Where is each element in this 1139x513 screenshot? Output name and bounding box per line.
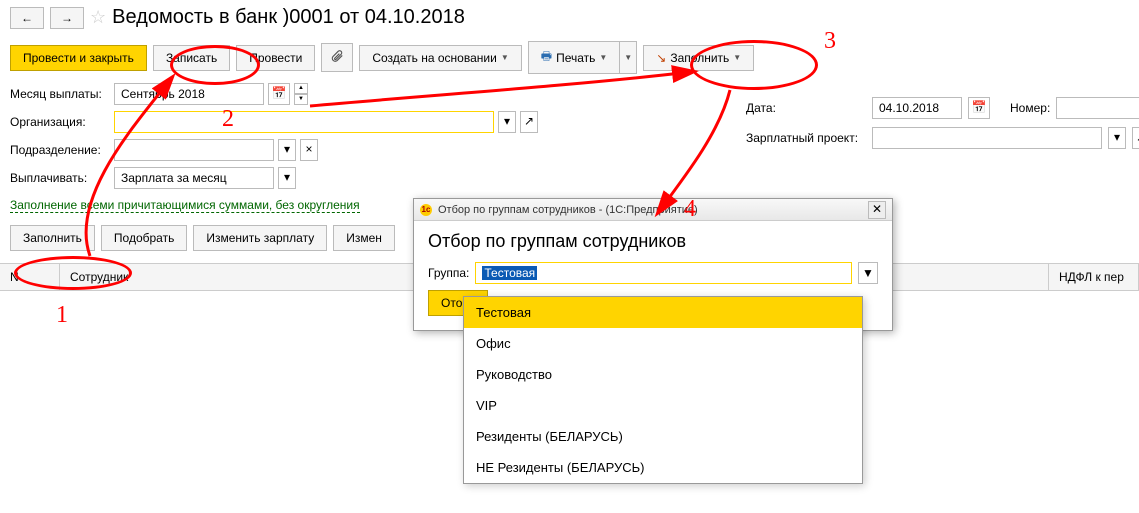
dialog-close-button[interactable]: ✕: [868, 201, 886, 219]
organization-dropdown-button[interactable]: ▾: [498, 111, 516, 133]
change-salary-button[interactable]: Изменить зарплату: [193, 225, 327, 251]
group-input[interactable]: Тестовая: [475, 262, 852, 284]
number-input[interactable]: [1056, 97, 1139, 119]
write-button[interactable]: Записать: [153, 45, 230, 71]
dropdown-item-testovaya[interactable]: Тестовая: [464, 297, 862, 328]
calendar-icon: 📅: [972, 100, 987, 114]
page-title: Ведомость в банк )0001 от 04.10.2018: [112, 6, 465, 29]
salary-project-open-button[interactable]: ↗: [1132, 127, 1139, 149]
subdivision-input[interactable]: [114, 139, 274, 161]
fill-arrow-icon: ↘: [656, 51, 666, 65]
dropdown-item-ofis[interactable]: Офис: [464, 328, 862, 359]
fill-main-button[interactable]: ↘ Заполнить ▼: [643, 45, 754, 71]
print-split-button[interactable]: ▼: [619, 41, 637, 74]
group-input-selected-text: Тестовая: [482, 266, 537, 280]
number-label: Номер:: [1010, 101, 1050, 115]
organization-label: Организация:: [10, 115, 110, 129]
dialog-heading: Отбор по группам сотрудников: [414, 221, 892, 258]
chevron-down-icon: ▼: [733, 53, 741, 62]
post-and-close-button[interactable]: Провести и закрыть: [10, 45, 147, 71]
column-ndfl: НДФЛ к пер: [1049, 264, 1139, 290]
dropdown-item-vip[interactable]: VIP: [464, 390, 862, 421]
printer-icon: 🖶: [541, 47, 552, 68]
print-button[interactable]: 🖶 Печать ▼: [528, 41, 620, 74]
month-input[interactable]: [114, 83, 264, 105]
group-dropdown-button[interactable]: ▼: [858, 262, 878, 284]
dropdown-item-nerezidenty[interactable]: НЕ Резиденты (БЕЛАРУСЬ): [464, 452, 862, 483]
salary-project-label: Зарплатный проект:: [746, 131, 866, 145]
close-icon: ✕: [872, 202, 882, 216]
salary-project-input[interactable]: [872, 127, 1102, 149]
date-input[interactable]: [872, 97, 962, 119]
column-n: N: [0, 264, 60, 290]
dialog-titlebar: Отбор по группам сотрудников - (1С:Предп…: [438, 204, 862, 216]
chevron-down-icon: ▼: [862, 266, 874, 280]
chevron-down-icon: ▾: [284, 142, 290, 156]
chevron-down-icon: ▾: [504, 114, 510, 128]
paperclip-icon: [330, 49, 344, 66]
date-calendar-button[interactable]: 📅: [968, 97, 990, 119]
pay-input[interactable]: [114, 167, 274, 189]
salary-project-dropdown-button[interactable]: ▾: [1108, 127, 1126, 149]
month-spin-up-button[interactable]: ▲: [294, 83, 308, 94]
date-label: Дата:: [746, 101, 866, 115]
chevron-down-icon: ▼: [599, 53, 607, 62]
calendar-icon: 📅: [272, 86, 287, 100]
organization-open-button[interactable]: ↗: [520, 111, 538, 133]
create-based-on-button[interactable]: Создать на основании ▼: [359, 45, 521, 71]
pay-label: Выплачивать:: [10, 171, 110, 185]
fill-settings-link[interactable]: Заполнение всеми причитающимися суммами,…: [10, 198, 360, 213]
pay-dropdown-button[interactable]: ▾: [278, 167, 296, 189]
attach-button[interactable]: [321, 43, 353, 72]
annotation-number-1: 1: [56, 302, 68, 329]
group-label: Группа:: [428, 266, 469, 280]
chevron-down-icon: ▾: [1114, 130, 1120, 144]
chevron-down-icon: ▼: [501, 53, 509, 62]
subdivision-dropdown-button[interactable]: ▾: [278, 139, 296, 161]
subdivision-clear-button[interactable]: ×: [300, 139, 318, 161]
app-icon: 1c: [420, 204, 432, 216]
month-calendar-button[interactable]: 📅: [268, 83, 290, 105]
group-dropdown-list: Тестовая Офис Руководство VIP Резиденты …: [463, 296, 863, 484]
chevron-down-icon: ▾: [284, 170, 290, 184]
post-button[interactable]: Провести: [236, 45, 315, 71]
dropdown-item-rukovodstvo[interactable]: Руководство: [464, 359, 862, 390]
open-icon: ↗: [524, 114, 534, 128]
clear-icon: ×: [305, 142, 312, 156]
organization-input[interactable]: [114, 111, 494, 133]
chevron-down-icon: ▼: [624, 53, 632, 62]
change-button[interactable]: Измен: [333, 225, 395, 251]
pick-button[interactable]: Подобрать: [101, 225, 187, 251]
subdivision-label: Подразделение:: [10, 143, 110, 157]
favorite-star-icon[interactable]: ☆: [90, 7, 106, 28]
fill-subtable-button[interactable]: Заполнить: [10, 225, 95, 251]
month-spin-down-button[interactable]: ▼: [294, 94, 308, 105]
nav-forward-button[interactable]: →: [50, 7, 84, 29]
month-label: Месяц выплаты:: [10, 87, 110, 101]
dropdown-item-rezidenty[interactable]: Резиденты (БЕЛАРУСЬ): [464, 421, 862, 452]
nav-back-button[interactable]: ←: [10, 7, 44, 29]
